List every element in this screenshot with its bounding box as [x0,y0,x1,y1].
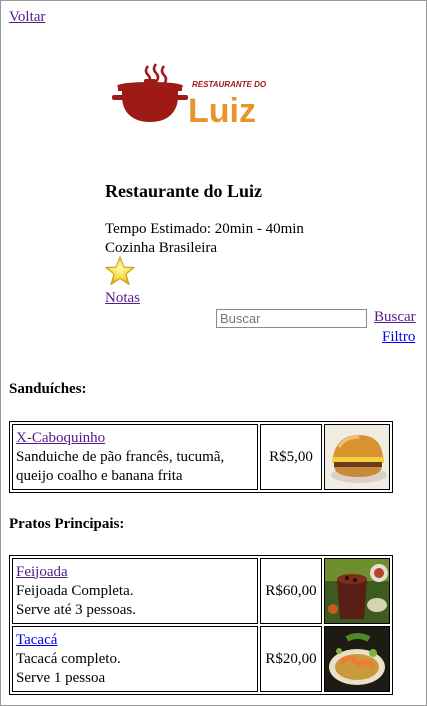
item-description: Serve até 3 pessoas. [16,601,136,618]
item-description: Serve 1 pessoa [16,669,106,686]
logo-small-text: RESTAURANTE DO [192,80,267,89]
restaurant-logo: RESTAURANTE DO Luiz [112,63,267,130]
item-description-cell: Tacacá Tacacá completo. Serve 1 pessoa [12,626,258,692]
item-name-link[interactable]: Feijoada [16,564,68,580]
restaurant-name: Restaurante do Luiz [105,181,262,201]
section-title-sandwiches: Sanduíches: [9,381,87,397]
item-description: queijo coalho e banana frita [16,467,183,484]
ratings-link[interactable]: Notas [105,290,140,307]
item-image-cell [324,558,390,624]
back-link[interactable]: Voltar [9,9,45,26]
search-input[interactable] [216,309,367,328]
star-icon [105,256,135,286]
table-row[interactable]: Tacacá Tacacá completo. Serve 1 pessoa R… [12,626,390,692]
menu-table-main-dishes: Feijoada Feijoada Completa. Serve até 3 … [9,555,393,695]
item-description: Tacacá completo. [16,650,121,667]
item-description-cell: X-Caboquinho Sanduiche de pão francês, t… [12,424,258,490]
item-description-cell: Feijoada Feijoada Completa. Serve até 3 … [12,558,258,624]
item-image-cell [324,626,390,692]
item-image-cell [324,424,390,490]
item-price: R$60,00 [260,558,322,624]
estimated-time: Tempo Estimado: 20min - 40min [105,221,304,237]
feijoada-photo [325,559,389,623]
table-row[interactable]: X-Caboquinho Sanduiche de pão francês, t… [12,424,390,490]
item-price: R$20,00 [260,626,322,692]
table-row[interactable]: Feijoada Feijoada Completa. Serve até 3 … [12,558,390,624]
sandwich-photo [325,425,389,489]
search-button[interactable]: Buscar [374,309,416,326]
tacaca-photo [325,627,389,691]
item-description: Feijoada Completa. [16,582,134,599]
item-name-link[interactable]: Tacacá [16,632,57,648]
item-price: R$5,00 [260,424,322,490]
logo-big-text: Luiz [188,92,256,130]
item-name-link[interactable]: X-Caboquinho [16,430,105,446]
menu-table-sandwiches: X-Caboquinho Sanduiche de pão francês, t… [9,421,393,493]
item-description: Sanduiche de pão francês, tucumã, [16,448,225,465]
restaurant-meta: Tempo Estimado: 20min - 40min Cozinha Br… [105,220,304,258]
section-title-main-dishes: Pratos Principais: [9,516,125,532]
filter-link[interactable]: Filtro [382,329,415,346]
